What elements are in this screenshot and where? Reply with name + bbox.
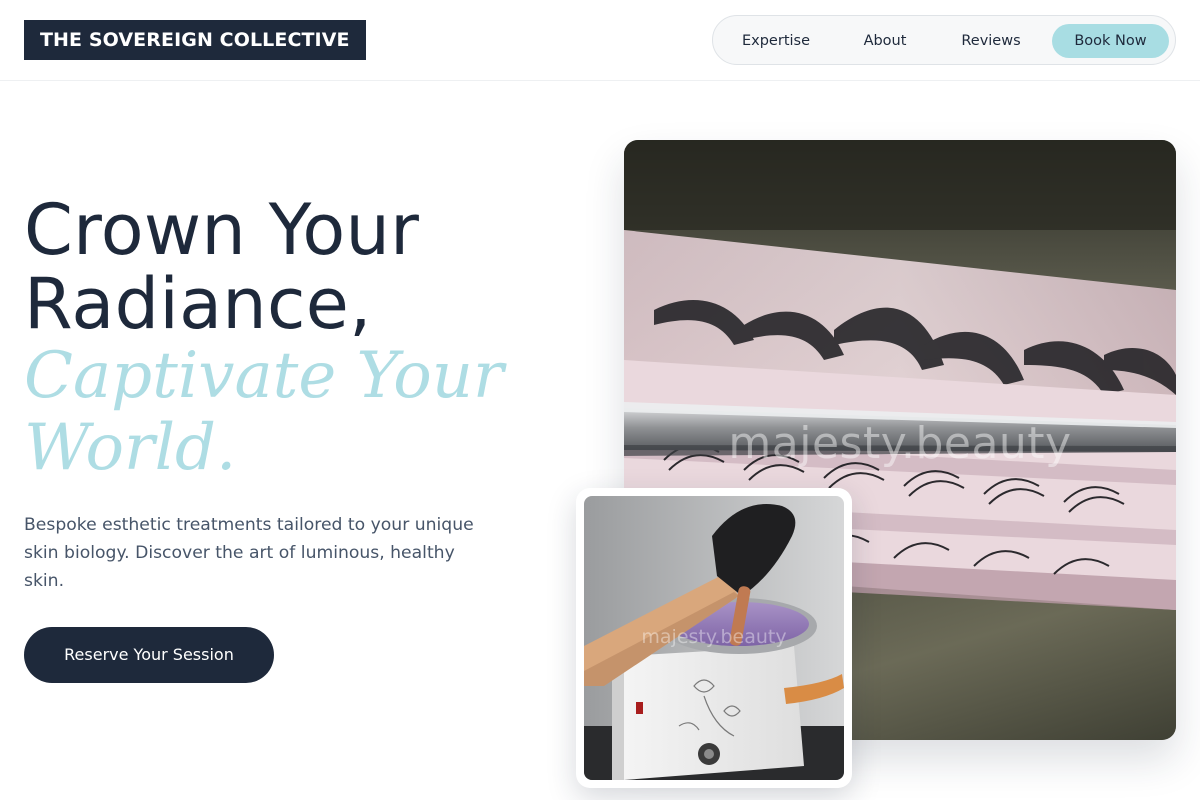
hero-accent-headline: Captivate Your World. xyxy=(24,340,584,484)
wax-warmer-photo: majesty.beauty xyxy=(584,496,844,780)
hero-headline: Crown Your Radiance, xyxy=(24,193,584,341)
reserve-session-button[interactable]: Reserve Your Session xyxy=(24,627,274,683)
inset-photo-frame: majesty.beauty xyxy=(576,488,852,788)
nav-item-reviews[interactable]: Reviews xyxy=(949,24,1033,58)
hero-description: Bespoke esthetic treatments tailored to … xyxy=(24,515,474,591)
main-photo-watermark: majesty.beauty xyxy=(728,418,1072,469)
headline-line-2: Radiance, xyxy=(24,263,372,345)
accent-line-1: Captivate Your xyxy=(24,339,504,413)
book-now-button[interactable]: Book Now xyxy=(1052,24,1169,58)
nav-item-about[interactable]: About xyxy=(849,24,921,58)
nav-item-expertise[interactable]: Expertise xyxy=(727,24,825,58)
inset-photo-watermark: majesty.beauty xyxy=(641,626,787,648)
main-nav: Expertise About Reviews Book Now xyxy=(712,15,1176,65)
brand-logo[interactable]: THE SOVEREIGN COLLECTIVE xyxy=(24,20,366,60)
accent-line-2: World. xyxy=(24,411,237,485)
site-header: THE SOVEREIGN COLLECTIVE Expertise About… xyxy=(0,0,1200,81)
headline-line-1: Crown Your xyxy=(24,189,420,271)
